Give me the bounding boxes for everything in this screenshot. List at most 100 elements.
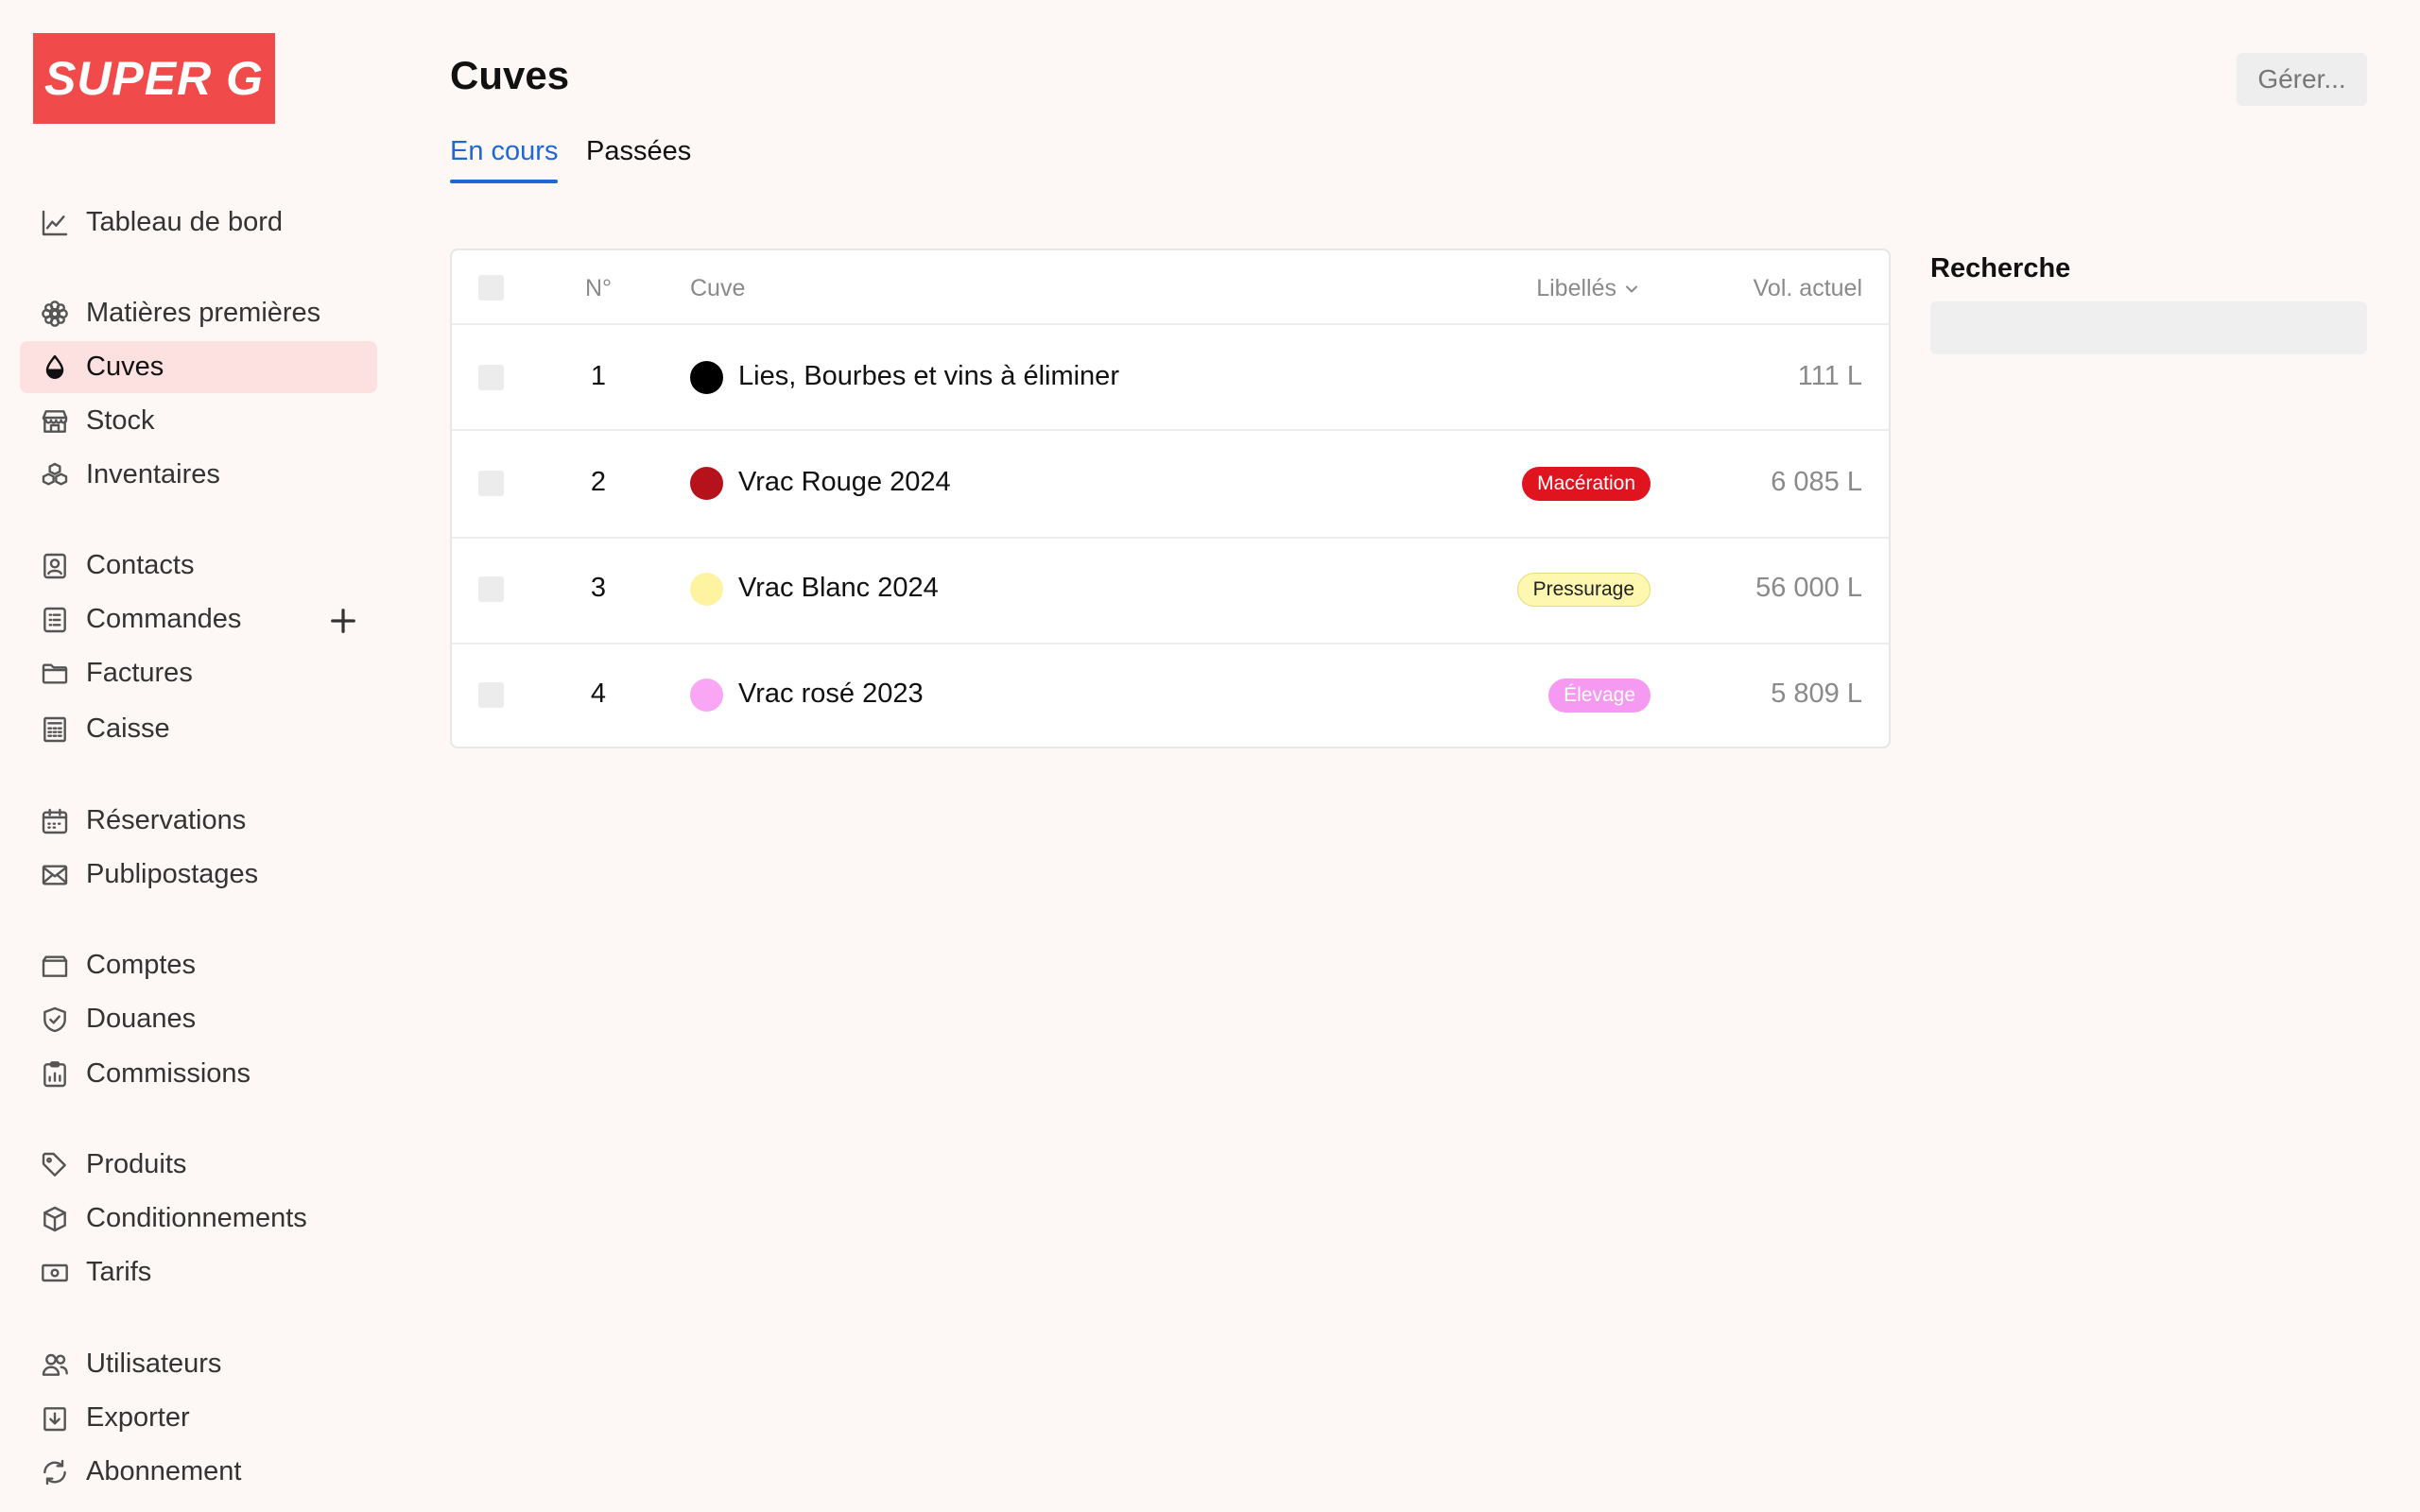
sidebar-item-produits[interactable]: Produits: [20, 1139, 377, 1191]
clipboard-chart-icon: [39, 1058, 71, 1091]
cuve-color-dot: [690, 361, 723, 394]
sidebar-item-exporter[interactable]: Exporter: [20, 1392, 377, 1444]
cuve-volume: 56 000 L: [1755, 573, 1862, 603]
cuve-number: 2: [590, 467, 607, 497]
select-all-checkbox[interactable]: [478, 275, 504, 301]
download-icon: [39, 1402, 71, 1435]
row-checkbox[interactable]: [478, 471, 504, 496]
sidebar-item-label: Utilisateurs: [86, 1349, 222, 1379]
sidebar-item-caisse[interactable]: Caisse: [20, 703, 377, 755]
sidebar-item-label: Inventaires: [86, 459, 220, 490]
sidebar-item-label: Publipostages: [86, 859, 259, 889]
sidebar-item-publipostages[interactable]: Publipostages: [20, 849, 377, 901]
sidebar-item-commandes[interactable]: Commandes: [20, 593, 377, 645]
sidebar-item-label: Commissions: [86, 1058, 251, 1089]
sidebar-item-douanes[interactable]: Douanes: [20, 993, 377, 1045]
box-icon: [39, 1203, 71, 1235]
table-row[interactable]: 1 Lies, Bourbes et vins à éliminer 111 L: [452, 325, 1889, 431]
calculator-icon: [39, 713, 71, 746]
search-input[interactable]: [1930, 301, 2367, 354]
cuve-number: 4: [590, 679, 607, 709]
status-badge: Élevage: [1548, 679, 1651, 713]
page-title: Cuves: [450, 53, 570, 97]
order-list-icon: [39, 604, 71, 636]
cuve-number: 3: [590, 573, 607, 603]
table-row[interactable]: 3 Vrac Blanc 2024 Pressurage 56 000 L: [452, 539, 1889, 644]
sidebar-item-stock[interactable]: Stock: [20, 395, 377, 447]
sidebar-item-cuves[interactable]: Cuves: [20, 341, 377, 393]
add-commande-button[interactable]: [326, 604, 360, 638]
cuve-volume: 111 L: [1797, 361, 1862, 391]
cuve-name[interactable]: Vrac Blanc 2024: [738, 573, 939, 604]
sidebar-item-matieres-premieres[interactable]: Matières premières: [20, 287, 377, 339]
sidebar-item-inventaires[interactable]: Inventaires: [20, 449, 377, 501]
chevron-down-icon: [1626, 285, 1637, 292]
sidebar-item-label: Commandes: [86, 604, 242, 634]
sidebar-item-label: Tableau de bord: [86, 207, 283, 237]
status-badge: Pressurage: [1516, 573, 1651, 607]
sidebar-item-contacts[interactable]: Contacts: [20, 540, 377, 592]
tab-passees[interactable]: Passées: [586, 136, 691, 167]
column-header-cuve[interactable]: Cuve: [690, 275, 745, 302]
column-header-num[interactable]: N°: [575, 275, 622, 302]
shield-icon: [39, 1004, 71, 1036]
sidebar-item-label: Factures: [86, 658, 193, 688]
search-label: Recherche: [1930, 253, 2071, 284]
cuve-color-dot: [690, 679, 723, 712]
sidebar-item-label: Exporter: [86, 1402, 190, 1433]
tab-en-cours[interactable]: En cours: [450, 136, 559, 183]
chart-line-icon: [39, 207, 71, 239]
sidebar-item-label: Matières premières: [86, 298, 321, 328]
column-header-libelles-label: Libellés: [1536, 275, 1616, 301]
envelope-icon: [39, 859, 71, 891]
folder-icon: [39, 658, 71, 690]
sidebar-item-comptes[interactable]: Comptes: [20, 939, 377, 991]
sidebar: SUPER G Tableau de bord Matières premièr…: [0, 0, 397, 1512]
sidebar-item-commissions[interactable]: Commissions: [20, 1048, 377, 1100]
cuve-color-dot: [690, 467, 723, 500]
sidebar-item-label: Comptes: [86, 950, 197, 980]
row-checkbox[interactable]: [478, 365, 504, 390]
sidebar-item-label: Stock: [86, 405, 155, 436]
sidebar-item-utilisateurs[interactable]: Utilisateurs: [20, 1338, 377, 1390]
row-checkbox[interactable]: [478, 682, 504, 708]
sidebar-item-reservations[interactable]: Réservations: [20, 795, 377, 847]
sidebar-item-conditionnements[interactable]: Conditionnements: [20, 1193, 377, 1245]
sidebar-item-tarifs[interactable]: Tarifs: [20, 1246, 377, 1298]
cuve-name[interactable]: Lies, Bourbes et vins à éliminer: [738, 361, 1119, 392]
sidebar-item-label: Conditionnements: [86, 1203, 307, 1233]
sidebar-item-label: Contacts: [86, 550, 195, 580]
plus-icon: [331, 609, 355, 633]
cuve-volume: 6 085 L: [1771, 467, 1862, 497]
cuve-volume: 5 809 L: [1771, 679, 1862, 709]
sidebar-item-abonnement[interactable]: Abonnement: [20, 1446, 377, 1498]
cuves-table: N° Cuve Libellés Vol. actuel 1 Lies, Bou…: [450, 249, 1891, 748]
app-window: SUPER G Tableau de bord Matières premièr…: [0, 0, 2420, 1512]
table-row[interactable]: 2 Vrac Rouge 2024 Macération 6 085 L: [452, 433, 1889, 539]
sidebar-item-factures[interactable]: Factures: [20, 647, 377, 699]
table-header: N° Cuve Libellés Vol. actuel: [452, 250, 1889, 325]
cuve-color-dot: [690, 573, 723, 606]
sidebar-item-tableau-de-bord[interactable]: Tableau de bord: [20, 197, 377, 249]
sidebar-item-label: Douanes: [86, 1004, 197, 1034]
sidebar-item-label: Cuves: [86, 352, 164, 382]
row-checkbox[interactable]: [478, 576, 504, 602]
manage-button[interactable]: Gérer...: [2237, 53, 2367, 106]
refresh-icon: [39, 1456, 71, 1488]
column-header-volume[interactable]: Vol. actuel: [1754, 275, 1862, 302]
brand-logo[interactable]: SUPER G: [33, 33, 275, 124]
store-icon: [39, 405, 71, 438]
wallet-icon: [39, 950, 71, 982]
cuve-name[interactable]: Vrac rosé 2023: [738, 679, 924, 710]
column-header-libelles[interactable]: Libellés: [1536, 275, 1641, 302]
flower-icon: [39, 298, 71, 330]
cuve-name[interactable]: Vrac Rouge 2024: [738, 467, 951, 498]
sidebar-item-label: Caisse: [86, 713, 170, 744]
cubes-icon: [39, 459, 71, 491]
table-row[interactable]: 4 Vrac rosé 2023 Élevage 5 809 L: [452, 644, 1889, 747]
status-badge: Macération: [1522, 467, 1651, 501]
tag-icon: [39, 1149, 71, 1181]
drop-icon: [39, 352, 71, 384]
users-icon: [39, 1349, 71, 1381]
contact-card-icon: [39, 550, 71, 582]
